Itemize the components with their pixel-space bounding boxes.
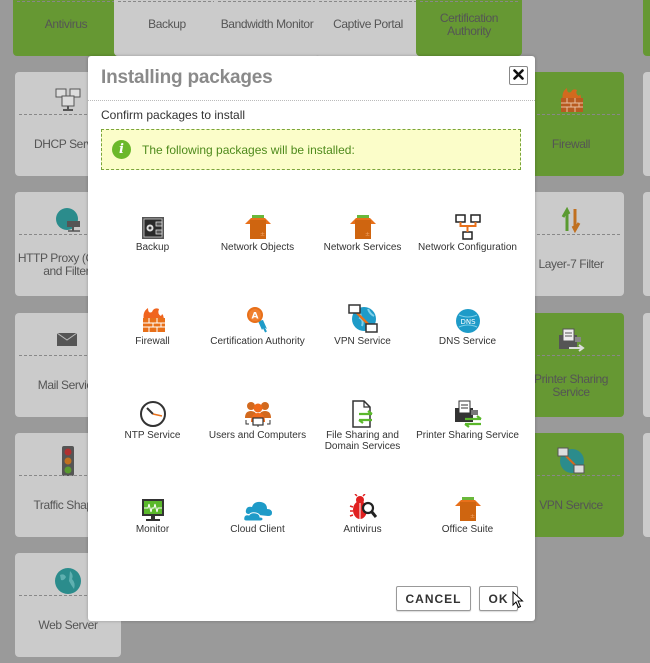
tile-certification-authority[interactable]: Certification Authority <box>416 0 522 56</box>
certificate-ribbon-icon: A <box>205 304 310 334</box>
tile-partial-top <box>643 0 650 56</box>
tile-separator <box>218 1 316 2</box>
file-sharing-icon <box>310 398 415 428</box>
dns-globe-icon: DNS <box>415 304 520 334</box>
tile-partial <box>643 192 650 296</box>
bug-search-icon <box>310 492 415 522</box>
tile-label: Firewall <box>551 137 591 151</box>
backup-safe-icon <box>100 210 205 240</box>
mouse-pointer-icon <box>512 590 524 614</box>
package-item: Backup <box>100 210 205 253</box>
tile-label: Backup <box>148 17 186 31</box>
tile-separator <box>522 475 620 476</box>
svg-text:±: ± <box>260 231 265 238</box>
svg-text:±: ± <box>470 513 475 520</box>
package-label: DNS Service <box>438 336 497 347</box>
package-item: Users and Computers <box>205 398 310 441</box>
tile-label: Certification Authority <box>439 11 499 38</box>
dialog-title: Installing packages <box>101 67 273 88</box>
tile-captive-portal[interactable]: Captive Portal <box>315 0 421 56</box>
package-item: VPN Service <box>310 304 415 347</box>
package-label: Users and Computers <box>208 430 307 441</box>
tile-separator <box>522 355 620 356</box>
tile-backup[interactable]: Backup <box>114 0 220 56</box>
package-label: Cloud Client <box>230 524 285 535</box>
package-item: Printer Sharing Service <box>415 398 520 441</box>
firewall-icon <box>100 304 205 334</box>
tile-separator <box>17 1 115 2</box>
package-box-icon: ± <box>310 210 415 240</box>
package-item: Cloud Client <box>205 492 310 535</box>
cloud-icon <box>205 492 310 522</box>
package-label: Certification Authority <box>210 336 305 347</box>
title-separator <box>88 100 535 101</box>
package-item: NTP Service <box>100 398 205 441</box>
cancel-button[interactable]: CANCEL <box>396 586 471 611</box>
package-label: Network Services <box>323 242 402 253</box>
package-box-icon: ± <box>415 492 520 522</box>
package-item: ± Network Objects <box>205 210 310 253</box>
info-message-box: i The following packages will be install… <box>101 129 521 170</box>
package-item: Antivirus <box>310 492 415 535</box>
package-item: ± Office Suite <box>415 492 520 535</box>
tile-label: Antivirus <box>44 17 88 31</box>
tile-separator <box>522 114 620 115</box>
package-label: Printer Sharing Service <box>416 430 519 441</box>
close-button[interactable] <box>509 66 528 85</box>
tile-label: VPN Service <box>539 498 603 512</box>
package-item: File Sharing and Domain Services <box>310 398 415 452</box>
vpn-globe-icon <box>310 304 415 334</box>
info-message: The following packages will be installed… <box>142 142 355 157</box>
monitor-icon <box>100 492 205 522</box>
tile-partial <box>643 433 650 537</box>
package-label: File Sharing and Domain Services <box>324 430 401 452</box>
tile-separator <box>522 234 620 235</box>
close-icon <box>513 67 524 85</box>
tile-partial <box>643 72 650 176</box>
package-label: VPN Service <box>334 336 391 347</box>
svg-text:A: A <box>251 312 258 322</box>
users-icon <box>205 398 310 428</box>
tile-antivirus[interactable]: Antivirus <box>13 0 119 56</box>
tile-label: Printer Sharing Service <box>533 372 609 399</box>
package-label: Backup <box>135 242 170 253</box>
svg-text:DNS: DNS <box>460 318 476 326</box>
package-item: Monitor <box>100 492 205 535</box>
tile-partial <box>643 313 650 417</box>
package-item: Firewall <box>100 304 205 347</box>
tile-label: Bandwidth Monitor <box>220 17 314 31</box>
package-label: Network Objects <box>220 242 295 253</box>
package-item: Network Configuration <box>415 210 520 253</box>
printer-sharing-icon <box>415 398 520 428</box>
install-packages-dialog: Installing packages Confirm packages to … <box>88 56 535 621</box>
tile-separator <box>118 1 216 2</box>
package-box-icon: ± <box>205 210 310 240</box>
package-label: Monitor <box>135 524 170 535</box>
tile-separator <box>420 1 518 2</box>
package-item: DNS DNS Service <box>415 304 520 347</box>
package-label: Antivirus <box>343 524 382 535</box>
dialog-subtitle: Confirm packages to install <box>101 108 246 122</box>
package-label: Network Configuration <box>418 242 517 253</box>
package-label: NTP Service <box>124 430 181 441</box>
clock-icon <box>100 398 205 428</box>
tile-bandwidth-monitor[interactable]: Bandwidth Monitor <box>214 0 320 56</box>
network-topology-icon <box>415 210 520 240</box>
tile-label: Captive Portal <box>333 17 403 31</box>
package-item: ± Network Services <box>310 210 415 253</box>
package-label: Office Suite <box>441 524 494 535</box>
info-icon: i <box>112 140 131 159</box>
svg-text:±: ± <box>365 231 370 238</box>
tile-label: Layer-7 Filter <box>538 257 604 271</box>
tile-separator <box>319 1 417 2</box>
package-label: Firewall <box>135 336 170 347</box>
package-item: A Certification Authority <box>205 304 310 347</box>
